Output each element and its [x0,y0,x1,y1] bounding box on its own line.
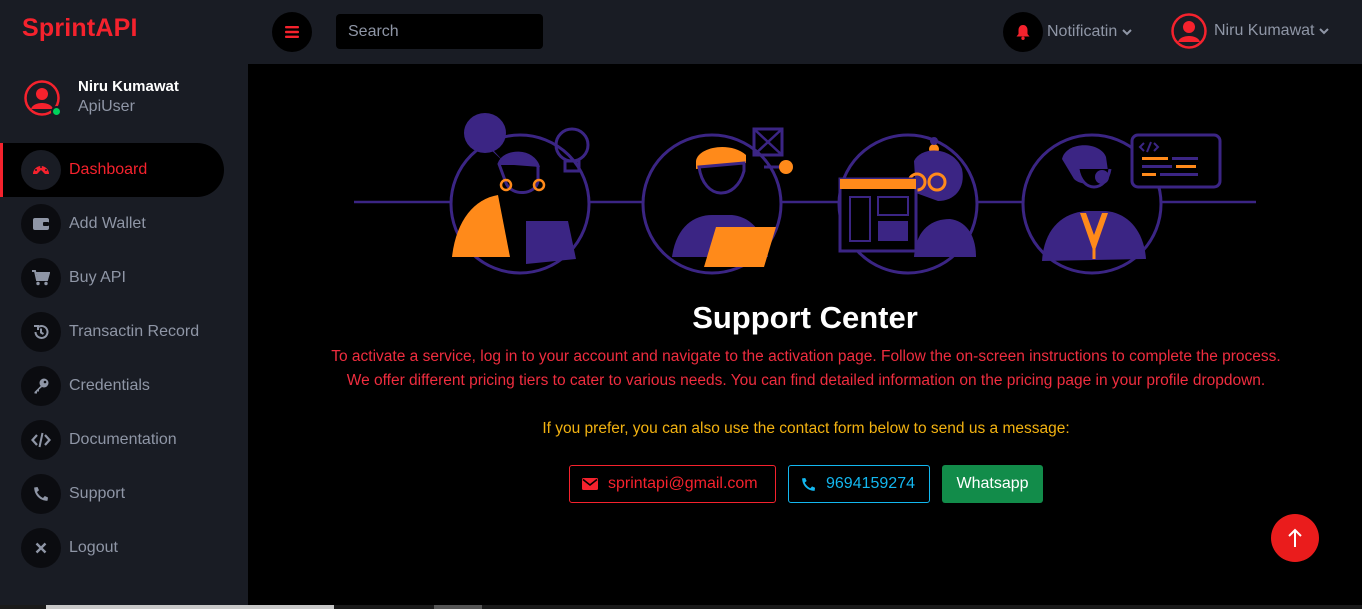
support-team-illustration [354,113,1256,275]
bell-icon [1016,25,1030,40]
sidebar-item-label: Credentials [69,377,150,394]
chevron-down-icon [1122,28,1132,35]
profile-name: Niru Kumawat [78,78,179,95]
sidebar-item-label: Buy API [69,269,126,286]
brand-logo[interactable]: SprintAPI [22,14,138,43]
cart-icon [21,258,61,298]
topbar: Notificatin Niru Kumawat [248,0,1362,64]
email-button[interactable]: sprintapi@gmail.com [569,465,776,503]
scrollbar-thumb-secondary[interactable] [434,605,482,609]
arrow-up-icon [1288,528,1302,547]
page-title: Support Center [692,300,918,335]
online-status-indicator [51,106,62,117]
phone-button[interactable]: 9694159274 [788,465,930,503]
sidebar-item-logout[interactable]: Logout [0,521,248,575]
sidebar-item-label: Logout [69,539,118,556]
contact-buttons: sprintapi@gmail.com 9694159274 Whatsapp [569,465,1043,503]
sidebar: SprintAPI Niru Kumawat ApiUser Dashboard… [0,0,248,609]
contact-prompt-text: If you prefer, you can also use the cont… [542,420,1070,437]
phone-icon [21,474,61,514]
sidebar-item-transaction-record[interactable]: Transactin Record [0,305,248,359]
sidebar-item-label: Documentation [69,431,177,448]
profile-role: ApiUser [78,98,135,115]
close-icon [21,528,61,568]
history-icon [21,312,61,352]
user-name-label: Niru Kumawat [1214,22,1315,39]
email-address: sprintapi@gmail.com [608,475,758,492]
sidebar-item-add-wallet[interactable]: Add Wallet [0,197,248,251]
key-icon [21,366,61,406]
sidebar-item-support[interactable]: Support [0,467,248,521]
pricing-info-text: We offer different pricing tiers to cate… [346,372,1266,389]
main-content: Support Center To activate a service, lo… [248,64,1362,609]
search-input[interactable] [336,14,543,49]
sidebar-item-label: Support [69,485,126,502]
dashboard-gauge-icon [21,150,61,190]
chevron-down-icon [1319,27,1330,34]
notifications-dropdown[interactable]: Notificatin [1003,12,1132,52]
hamburger-menu-icon [285,26,299,38]
scroll-to-top-button[interactable] [1271,514,1319,562]
sidebar-item-label: Transactin Record [69,323,200,340]
code-icon [21,420,61,460]
whatsapp-button[interactable]: Whatsapp [942,465,1043,503]
sidebar-item-buy-api[interactable]: Buy API [0,251,248,305]
support-info-text: To activate a service, log in to your ac… [331,348,1281,365]
sidebar-item-dashboard[interactable]: Dashboard [0,143,224,197]
user-avatar-icon [1171,13,1207,49]
phone-number: 9694159274 [826,475,915,492]
sidebar-item-label: Add Wallet [69,215,146,232]
notification-bell-button[interactable] [1003,12,1043,52]
wallet-icon [21,204,61,244]
horizontal-scrollbar[interactable] [0,605,1362,609]
sidebar-nav: Dashboard Add Wallet Buy API Transactin … [0,143,248,575]
phone-icon [802,477,816,491]
sidebar-item-credentials[interactable]: Credentials [0,359,248,413]
notifications-label: Notificatin [1047,23,1118,40]
scrollbar-thumb[interactable] [46,605,334,609]
menu-toggle-button[interactable] [272,12,312,52]
sidebar-item-label: Dashboard [69,161,148,178]
user-menu-dropdown[interactable]: Niru Kumawat [1171,13,1330,49]
envelope-icon [582,478,598,490]
sidebar-item-documentation[interactable]: Documentation [0,413,248,467]
